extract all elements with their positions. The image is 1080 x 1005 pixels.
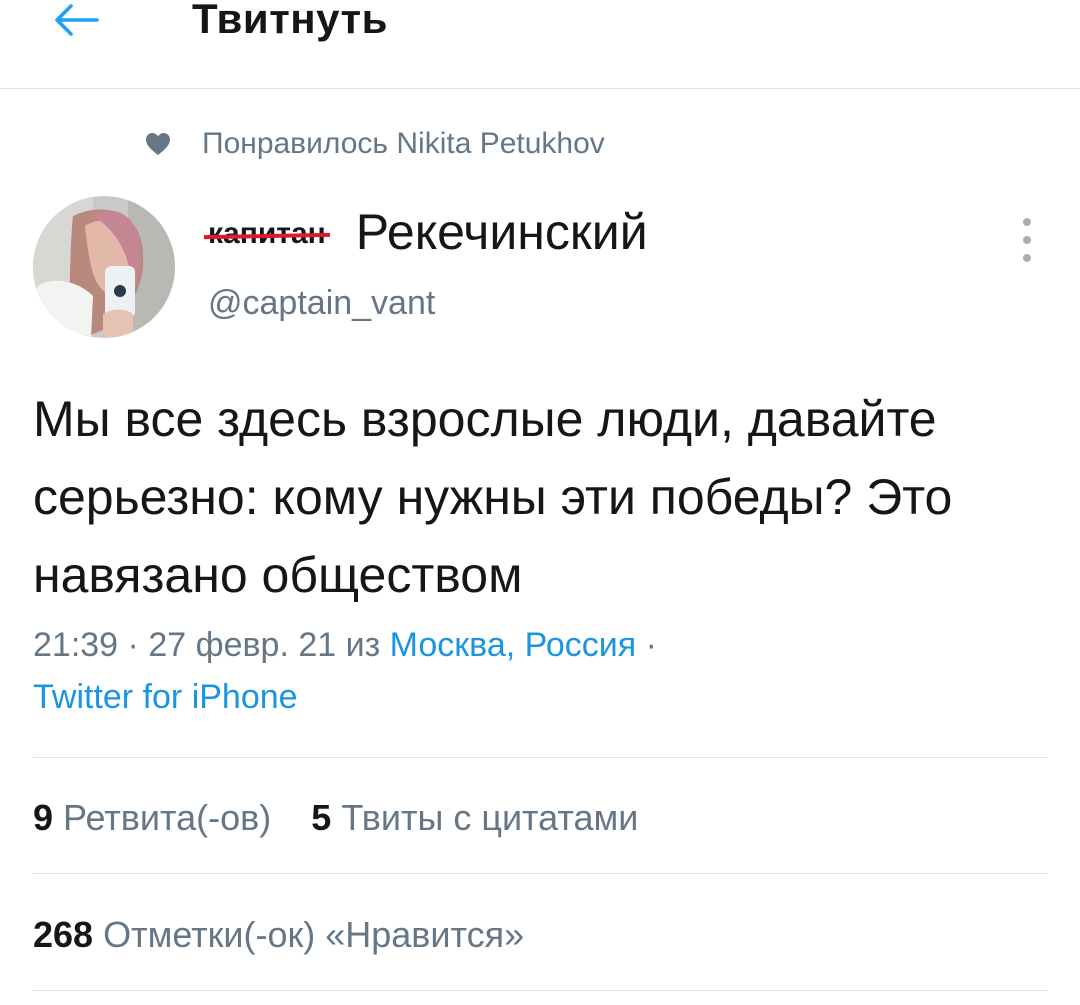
from-word: из [345,626,381,664]
heart-icon [146,133,170,155]
retweets-stat[interactable]: 9 Ретвита(-ов) [33,797,271,838]
likes-label: Отметки(-ок) «Нравится» [103,914,525,955]
struck-name: капитан [203,214,330,254]
tweet-text: Мы все здесь взрослые люди, давайте серь… [33,391,953,603]
quotes-count: 5 [311,797,332,838]
tweet-date: 27 февр. 21 [148,626,337,664]
author-name[interactable]: капитан Рекечинский [203,198,648,262]
header-divider [0,88,1080,89]
divider [33,873,1048,874]
quotes-stat[interactable]: 5 Твиты с цитатами [311,797,638,838]
avatar[interactable] [33,196,175,338]
divider [33,757,1048,758]
user-handle[interactable]: @captain_vant [208,282,435,324]
liked-by-text[interactable]: Понравилось Nikita Petukhov [202,125,605,163]
more-dot-icon [1023,218,1031,226]
retweets-count: 9 [33,797,54,838]
arrow-left-icon [55,4,99,36]
likes-stat[interactable]: 268 Отметки(-ок) «Нравится» [33,912,524,958]
likes-count: 268 [33,914,94,955]
tweet-client: Twitter for iPhone [33,674,298,720]
meta-separator: · [645,626,657,664]
page-title: Твитнуть [192,0,388,42]
tweet-location-link[interactable]: Москва, Россия [390,626,636,664]
meta-separator: · [127,626,139,664]
stats-row: 9 Ретвита(-ов) 5 Твиты с цитатами [33,795,638,841]
tweet-time: 21:39 [33,626,119,664]
quotes-label: Твиты с цитатами [341,797,639,838]
user-avatar-photo [33,196,175,338]
divider [33,990,1048,991]
tweet-meta: 21:39 · 27 февр. 21 из Москва, Россия · [33,622,657,668]
retweets-label: Ретвита(-ов) [63,797,272,838]
more-options-button[interactable] [1012,218,1042,262]
tweet-client-link[interactable]: Twitter for iPhone [33,678,298,716]
back-button[interactable] [46,0,106,48]
more-dot-icon [1023,254,1031,262]
more-dot-icon [1023,236,1031,244]
display-name: Рекечинский [355,204,648,260]
